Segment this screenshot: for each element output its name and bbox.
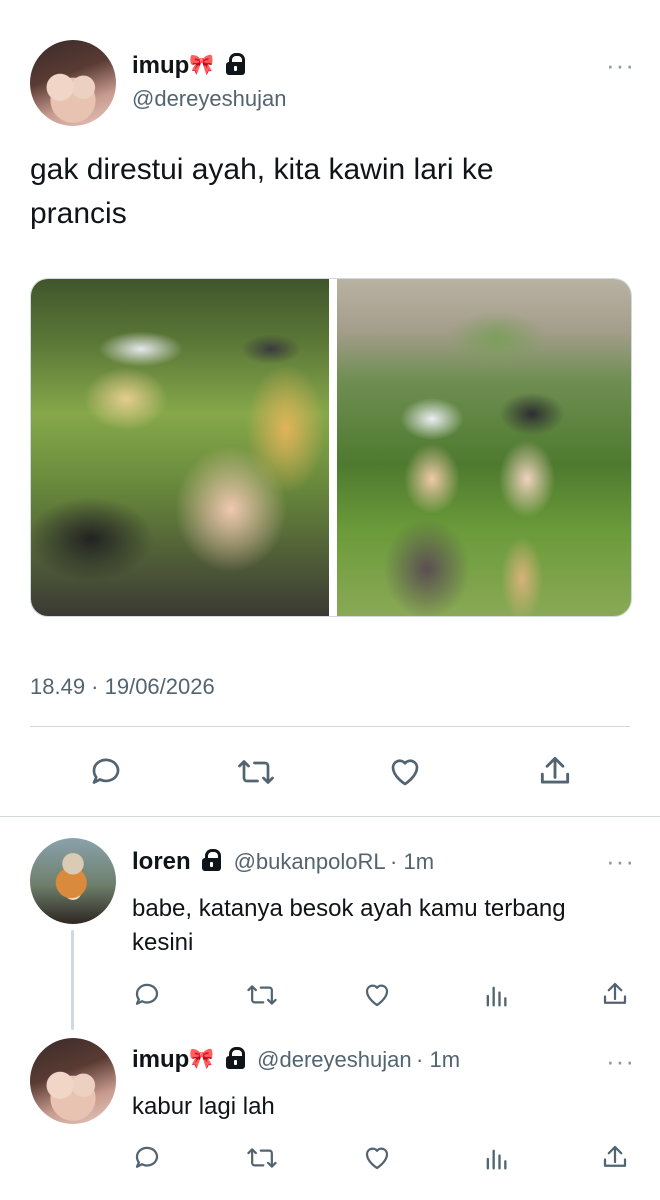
main-author-handle[interactable]: @dereyeshujan (132, 86, 286, 112)
tweet-photo-left[interactable] (31, 279, 329, 616)
tweet-timestamp[interactable]: 18.49 · 19/06/2026 (30, 674, 215, 700)
like-icon[interactable] (362, 1143, 392, 1173)
reply-icon[interactable] (88, 754, 124, 790)
views-icon[interactable] (482, 982, 510, 1010)
reply-icon[interactable] (132, 1143, 162, 1173)
views-icon[interactable] (482, 1145, 510, 1173)
reply-icon[interactable] (132, 980, 162, 1010)
retweet-icon[interactable] (246, 980, 278, 1010)
main-tweet-text: gak direstui ayah, kita kawin lari ke pr… (30, 153, 494, 230)
like-icon[interactable] (362, 980, 392, 1010)
reply-2-author-name[interactable]: imup (132, 1046, 189, 1073)
share-icon[interactable] (600, 1142, 630, 1172)
retweet-icon[interactable] (236, 754, 276, 790)
reply-1-text: babe, katanya besok ayah kamu terbang ke… (132, 895, 566, 956)
ribbon-emoji: 🎀 (189, 1048, 215, 1070)
reply-2-handle[interactable]: @dereyeshujan (257, 1047, 411, 1072)
like-icon[interactable] (386, 754, 424, 790)
reply-1-avatar[interactable] (30, 838, 116, 924)
more-options-icon[interactable]: ··· (606, 52, 635, 78)
reply-2-text: kabur lagi lah (132, 1093, 275, 1120)
share-icon[interactable] (600, 979, 630, 1009)
lock-icon (225, 53, 245, 75)
reply-1-header: loren @bukanpoloRL · 1m (132, 848, 434, 876)
share-icon[interactable] (536, 752, 574, 790)
ribbon-emoji: 🎀 (189, 54, 215, 76)
media-container[interactable] (30, 278, 632, 617)
main-author-avatar[interactable] (30, 40, 116, 126)
reply-1-handle[interactable]: @bukanpoloRL (234, 849, 386, 874)
section-divider (0, 816, 660, 817)
reply-1-author-name[interactable]: loren (132, 848, 191, 875)
reply-2-avatar[interactable] (30, 1038, 116, 1124)
main-author-name[interactable]: imup (132, 52, 189, 79)
reply-2-time[interactable]: · 1m (416, 1047, 460, 1072)
main-author-name-row: imup🎀 (132, 52, 245, 80)
reply-2-header: imup🎀 @dereyeshujan · 1m (132, 1046, 460, 1074)
more-options-icon[interactable]: ··· (606, 848, 635, 874)
retweet-icon[interactable] (246, 1143, 278, 1173)
thread-line (71, 930, 74, 1030)
tweet-photo-right[interactable] (337, 279, 631, 616)
more-options-icon[interactable]: ··· (606, 1048, 635, 1074)
divider (30, 726, 630, 727)
reply-1-time[interactable]: · 1m (390, 849, 434, 874)
lock-icon (201, 849, 222, 871)
lock-icon (225, 1047, 245, 1069)
